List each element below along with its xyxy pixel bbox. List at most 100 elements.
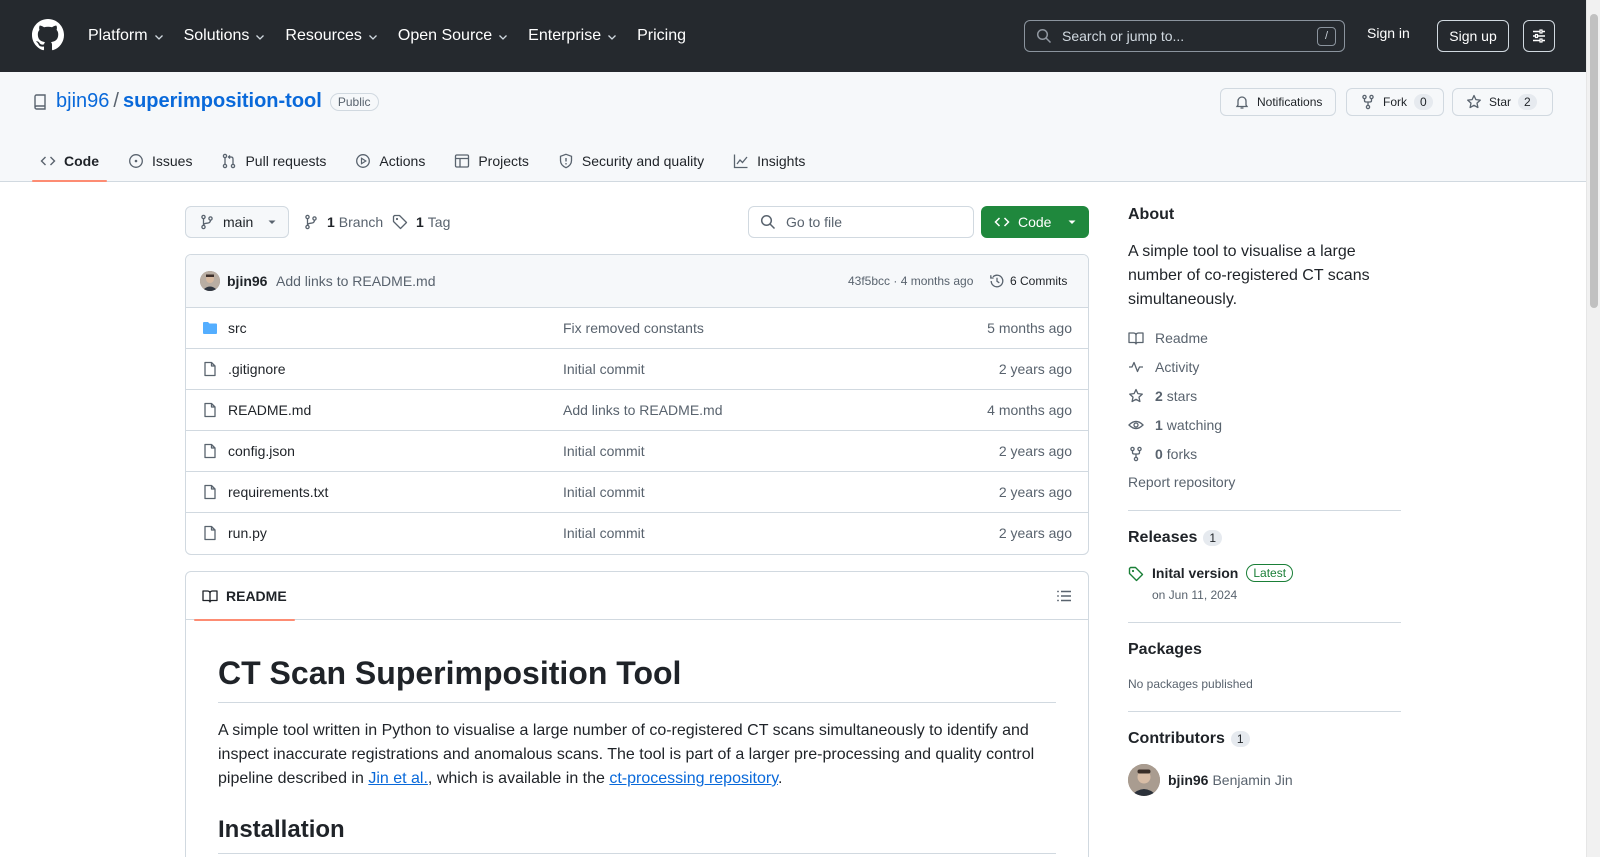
list-icon[interactable] [1056, 588, 1072, 604]
notifications-button[interactable]: Notifications [1220, 88, 1336, 116]
tab-actions[interactable]: Actions [347, 140, 433, 182]
go-to-file-input[interactable]: Go to file [748, 206, 974, 238]
branch-selector[interactable]: main [185, 206, 289, 238]
contributors-heading[interactable]: Contributors [1128, 730, 1225, 748]
nav-enterprise[interactable]: Enterprise [528, 27, 618, 45]
release-name[interactable]: Inital version [1152, 565, 1238, 581]
table-row[interactable]: src Fix removed constants 5 months ago [186, 308, 1088, 349]
file-commit-message[interactable]: Add links to README.md [563, 402, 723, 418]
commit-hash[interactable]: 43f5bcc · 4 months ago [848, 274, 973, 288]
github-logo-icon[interactable] [32, 19, 64, 51]
readme-link[interactable]: Readme [1128, 330, 1401, 346]
readme-installation-heading: Installation [218, 815, 1056, 854]
file-name[interactable]: README.md [228, 402, 311, 418]
repo-icon [34, 93, 46, 110]
sign-up-button[interactable]: Sign up [1437, 20, 1509, 52]
code-icon [994, 217, 1010, 227]
tab-issues[interactable]: Issues [120, 140, 200, 182]
issue-icon [129, 154, 143, 168]
file-name[interactable]: .gitignore [228, 361, 286, 377]
branches-link[interactable]: 1 Branch [303, 214, 383, 230]
table-row[interactable]: config.json Initial commit 2 years ago [186, 431, 1088, 472]
watching-link[interactable]: 1 watching [1128, 417, 1401, 433]
tags-link[interactable]: 1 Tag [392, 214, 450, 230]
file-commit-message[interactable]: Initial commit [563, 525, 645, 541]
readme-tab[interactable]: README [194, 572, 295, 621]
forks-link[interactable]: 0 forks [1128, 446, 1401, 462]
table-icon [455, 154, 470, 168]
readme-title: CT Scan Superimposition Tool [218, 653, 1056, 703]
chevron-down-icon [499, 35, 508, 40]
search-shortcut-key: / [1317, 27, 1336, 46]
search-input[interactable]: Search or jump to... / [1024, 20, 1345, 52]
file-age: 2 years ago [998, 443, 1072, 459]
nav-pricing[interactable]: Pricing [637, 27, 686, 45]
file-name[interactable]: run.py [228, 525, 267, 541]
repository-link[interactable]: ct-processing repository [609, 770, 778, 787]
code-icon [40, 156, 56, 166]
tab-insights[interactable]: Insights [725, 140, 813, 182]
chevron-down-icon [256, 35, 265, 40]
repo-owner-link[interactable]: bjin96 [56, 90, 109, 113]
file-commit-message[interactable]: Initial commit [563, 361, 645, 377]
paper-link[interactable]: Jin et al. [368, 770, 428, 787]
table-row[interactable]: requirements.txt Initial commit 2 years … [186, 472, 1088, 513]
fork-button[interactable]: Fork 0 [1346, 88, 1444, 116]
stars-link[interactable]: 2 stars [1128, 388, 1401, 404]
tab-pull-requests[interactable]: Pull requests [213, 140, 334, 182]
search-icon [1036, 28, 1052, 44]
chevron-down-icon [368, 35, 377, 40]
avatar[interactable] [200, 271, 220, 291]
file-commit-message[interactable]: Initial commit [563, 443, 645, 459]
contributors-count: 1 [1230, 731, 1250, 747]
branch-bar: main 1 Branch 1 Tag Go to file Code [185, 206, 1089, 238]
folder-icon [203, 322, 217, 334]
repo-name-link[interactable]: superimposition-tool [123, 90, 322, 113]
nav-solutions[interactable]: Solutions [184, 27, 267, 45]
file-commit-message[interactable]: Fix removed constants [563, 320, 704, 336]
fork-icon [1362, 94, 1374, 110]
releases-section: Releases 1 Inital version Latest on Jun 11… [1128, 511, 1401, 602]
triangle-down-icon [268, 220, 276, 224]
readme-panel: README CT Scan Superimposition Tool A si… [185, 571, 1089, 857]
book-icon [1128, 332, 1144, 345]
page-scrollbar[interactable] [1586, 0, 1600, 857]
repo-header: bjin96 / superimposition-tool Public Not… [0, 72, 1586, 182]
star-button[interactable]: Star 2 [1452, 88, 1553, 116]
chevron-down-icon [608, 35, 617, 40]
tab-code[interactable]: Code [32, 140, 107, 182]
menu-button[interactable] [1523, 20, 1555, 52]
avatar[interactable] [1128, 764, 1160, 796]
release-item[interactable]: Inital version Latest on Jun 11, 2024 [1128, 564, 1401, 602]
star-icon [1467, 94, 1481, 109]
nav-resources[interactable]: Resources [285, 27, 378, 45]
table-row[interactable]: run.py Initial commit 2 years ago [186, 513, 1088, 554]
packages-heading[interactable]: Packages [1128, 641, 1401, 659]
contributor-item[interactable]: bjin96 Benjamin Jin [1128, 764, 1401, 796]
graph-icon [733, 154, 748, 169]
tab-projects[interactable]: Projects [446, 140, 537, 182]
nav-open-source[interactable]: Open Source [398, 27, 509, 45]
commit-message[interactable]: Add links to README.md [276, 273, 436, 289]
nav-platform[interactable]: Platform [88, 27, 165, 45]
file-name[interactable]: config.json [228, 443, 295, 459]
scrollbar-thumb[interactable] [1590, 14, 1598, 308]
file-name[interactable]: requirements.txt [228, 484, 328, 500]
activity-link[interactable]: Activity [1128, 359, 1401, 375]
file-icon [204, 402, 216, 418]
commits-history-link[interactable]: 6 Commits [989, 273, 1067, 289]
file-name[interactable]: src [228, 320, 247, 336]
commit-author[interactable]: bjin96 [227, 273, 267, 289]
releases-heading[interactable]: Releases [1128, 529, 1197, 547]
file-age: 4 months ago [987, 402, 1072, 418]
file-commit-message[interactable]: Initial commit [563, 484, 645, 500]
contributor-login[interactable]: bjin96 [1168, 772, 1208, 788]
report-repository-link[interactable]: Report repository [1128, 474, 1401, 490]
table-row[interactable]: .gitignore Initial commit 2 years ago [186, 349, 1088, 390]
sign-in-link[interactable]: Sign in [1367, 25, 1410, 41]
tab-security[interactable]: Security and quality [550, 140, 712, 182]
table-row[interactable]: README.md Add links to README.md 4 month… [186, 390, 1088, 431]
repo-tabs: Code Issues Pull requests Actions Projec… [32, 140, 826, 182]
file-age: 2 years ago [998, 484, 1072, 500]
code-dropdown-button[interactable]: Code [981, 206, 1089, 238]
